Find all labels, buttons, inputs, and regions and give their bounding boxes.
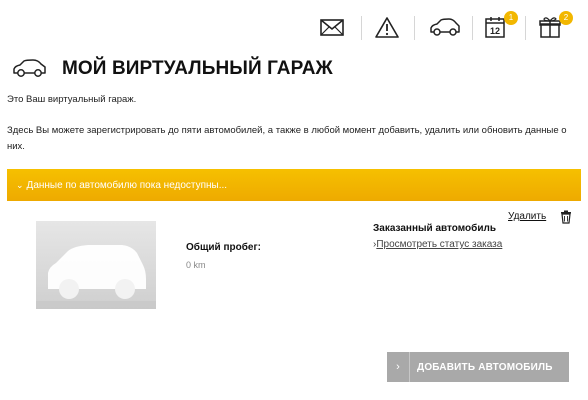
order-status-link-text: Просмотреть статус заказа	[376, 239, 503, 250]
chevron-down-icon: ⌄	[16, 180, 24, 190]
trash-icon[interactable]	[560, 210, 572, 224]
vehicle-data-notice[interactable]: ⌄ Данные по автомобилю пока недоступны...	[7, 169, 581, 201]
intro-text: Это Ваш виртуальный гараж.	[7, 94, 137, 105]
toolbar-divider	[414, 16, 415, 40]
intro-description: Здесь Вы можете зарегистрировать до пяти…	[7, 125, 567, 152]
toolbar-divider	[472, 16, 473, 40]
order-status-link[interactable]: ›Просмотреть статус заказа	[373, 239, 502, 250]
calendar-icon[interactable]: 12 1	[482, 11, 518, 40]
page-header: МОЙ ВИРТУАЛЬНЫЙ ГАРАЖ	[12, 52, 333, 86]
mileage-value: 0 km	[186, 260, 206, 270]
toolbar-divider	[361, 16, 362, 40]
calendar-day-text: 12	[490, 26, 500, 36]
car-icon	[13, 59, 46, 77]
mileage-label: Общий пробег:	[186, 242, 261, 253]
chevron-right-icon: ›	[387, 352, 410, 382]
delete-vehicle-link[interactable]: Удалить	[508, 211, 546, 222]
top-toolbar: 12 1 2	[0, 0, 588, 48]
toolbar-divider	[525, 16, 526, 40]
envelope-icon[interactable]	[318, 14, 348, 40]
notification-badge: 2	[559, 11, 573, 25]
warning-icon[interactable]	[373, 14, 403, 40]
car-icon[interactable]	[428, 14, 462, 40]
vehicle-image	[36, 221, 156, 309]
gift-icon[interactable]: 2	[537, 11, 573, 40]
page-title: МОЙ ВИРТУАЛЬНЫЙ ГАРАЖ	[62, 58, 333, 79]
add-vehicle-button-label: ДОБАВИТЬ АВТОМОБИЛЬ	[417, 361, 553, 373]
add-vehicle-button[interactable]: › ДОБАВИТЬ АВТОМОБИЛЬ	[387, 352, 569, 382]
notice-text: Данные по автомобилю пока недоступны...	[26, 180, 228, 191]
notification-badge: 1	[504, 11, 518, 25]
ordered-vehicle-label: Заказанный автомобиль	[373, 223, 496, 234]
